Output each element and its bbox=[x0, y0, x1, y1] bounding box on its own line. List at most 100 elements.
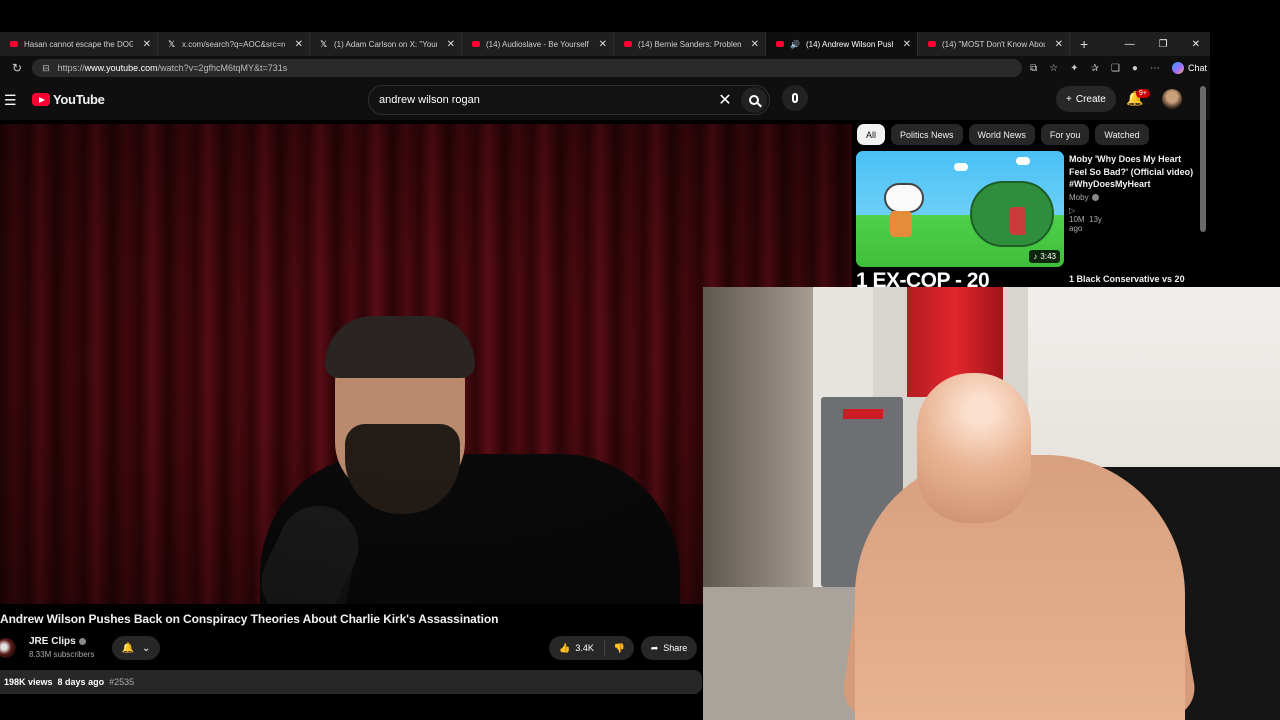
subscribed-button[interactable]: 🔔 ⌄ bbox=[112, 636, 160, 660]
close-icon[interactable]: ✕ bbox=[1055, 39, 1063, 50]
share-label: Share bbox=[663, 643, 688, 653]
chat-label: Chat bbox=[1187, 63, 1207, 73]
close-icon[interactable]: ✕ bbox=[903, 39, 911, 50]
browser-tab[interactable]: (14) "MOST Don't Know About Th ✕ bbox=[918, 32, 1070, 56]
channel-avatar[interactable] bbox=[0, 638, 16, 658]
view-count: 198K views bbox=[4, 677, 53, 687]
tab-title: Hasan cannot escape the DOG Sh bbox=[24, 39, 133, 49]
close-icon[interactable]: ✕ bbox=[751, 39, 759, 50]
browser-tab-active[interactable]: 🔊 (14) Andrew Wilson Pushes B ✕ bbox=[766, 32, 918, 56]
youtube-icon bbox=[928, 41, 936, 47]
channel-text: Moby bbox=[1069, 193, 1089, 202]
verified-icon bbox=[78, 638, 86, 645]
browser-tab[interactable]: Hasan cannot escape the DOG Sh ✕ bbox=[0, 32, 158, 56]
chip-world-news[interactable]: World News bbox=[968, 124, 1035, 145]
hashtag[interactable]: #2535 bbox=[109, 677, 134, 687]
like-dislike-pill: 👍 3.4K 👎 bbox=[549, 636, 634, 660]
youtube-logo[interactable]: YouTube bbox=[32, 92, 105, 107]
favorite-star-icon[interactable]: ☆ bbox=[1049, 63, 1058, 74]
plus-icon: + bbox=[1066, 93, 1072, 105]
url-host: www.youtube.com bbox=[84, 63, 158, 73]
create-button[interactable]: + Create bbox=[1056, 86, 1116, 112]
new-tab-button[interactable]: + bbox=[1070, 36, 1098, 52]
video-thumbnail[interactable]: ♪ 3:43 bbox=[856, 151, 1064, 267]
url-path: /watch?v=2gfhcM6tqMY&t=731s bbox=[157, 63, 288, 73]
collections-icon[interactable]: ❏ bbox=[1111, 63, 1120, 74]
close-icon[interactable]: ✕ bbox=[143, 39, 151, 50]
tab-title: (14) Andrew Wilson Pushes B bbox=[805, 39, 893, 49]
create-label: Create bbox=[1075, 93, 1106, 105]
close-icon[interactable]: ✕ bbox=[447, 39, 455, 50]
browser-toolbar: ⧉ ☆ ✦ ✰ ❏ ● ⋯ Chat bbox=[1030, 62, 1207, 74]
browser-tab[interactable]: 𝕏 (1) Adam Carlson on X: "Your mile ✕ bbox=[310, 32, 462, 56]
chevron-down-icon: ⌄ bbox=[142, 642, 151, 654]
page-scrollbar[interactable] bbox=[1200, 86, 1206, 232]
verified-icon bbox=[1091, 194, 1099, 201]
url-field[interactable]: ⊟ https://www.youtube.com/watch?v=2gfhcM… bbox=[32, 59, 1023, 77]
microphone-icon bbox=[792, 93, 798, 103]
reload-icon[interactable]: ↻ bbox=[12, 61, 22, 75]
tab-title: (1) Adam Carlson on X: "Your mile bbox=[334, 39, 437, 49]
upload-age: 8 days ago bbox=[57, 677, 105, 687]
webcam-sticker bbox=[843, 409, 883, 419]
youtube-icon bbox=[10, 41, 18, 47]
chat-button[interactable]: Chat bbox=[1171, 62, 1207, 74]
like-button[interactable]: 👍 3.4K bbox=[549, 640, 605, 656]
thumbnail-cloud bbox=[954, 163, 968, 171]
chip-watched[interactable]: Watched bbox=[1095, 124, 1149, 145]
recommended-title[interactable]: Moby 'Why Does My Heart Feel So Bad?' (O… bbox=[1069, 153, 1199, 191]
window-controls: — ❐ ✕ bbox=[1125, 32, 1210, 56]
recommended-channel[interactable]: Moby bbox=[1069, 193, 1099, 202]
profile-icon[interactable]: ● bbox=[1132, 63, 1138, 74]
music-note-icon: ♪ bbox=[1033, 252, 1038, 261]
chip-politics-news[interactable]: Politics News bbox=[891, 124, 963, 145]
user-avatar[interactable] bbox=[1162, 89, 1182, 109]
channel-name-text: JRE Clips bbox=[29, 636, 76, 647]
duration-text: 3:43 bbox=[1040, 252, 1056, 261]
minimize-icon[interactable]: — bbox=[1125, 39, 1135, 50]
browser-tab[interactable]: (14) Audioslave - Be Yourself (Alb ✕ bbox=[462, 32, 614, 56]
search-button[interactable] bbox=[741, 87, 767, 113]
subscriber-count: 8.33M subscribers bbox=[29, 650, 95, 659]
speaker-icon[interactable]: 🔊 bbox=[790, 40, 800, 49]
webcam-person-head bbox=[917, 373, 1031, 523]
notification-badge: 9+ bbox=[1136, 89, 1150, 98]
close-window-icon[interactable]: ✕ bbox=[1192, 39, 1200, 50]
browser-tab[interactable]: 𝕏 x.com/search?q=AOC&src=recen ✕ bbox=[158, 32, 310, 56]
voice-search-button[interactable] bbox=[782, 85, 808, 111]
close-icon[interactable]: ✕ bbox=[295, 39, 303, 50]
chip-for-you[interactable]: For you bbox=[1040, 124, 1090, 145]
more-icon[interactable]: ⋯ bbox=[1150, 63, 1160, 74]
filter-chips: All Politics News World News For you Wat… bbox=[857, 124, 1149, 145]
clear-search-icon[interactable]: ✕ bbox=[713, 90, 737, 110]
channel-name[interactable]: JRE Clips bbox=[29, 636, 86, 647]
site-info-icon[interactable]: ⊟ bbox=[42, 63, 50, 74]
recommended-title-2[interactable]: 1 Black Conservative vs 20 bbox=[1069, 274, 1185, 284]
extensions-icon[interactable]: ✦ bbox=[1070, 63, 1078, 74]
recommended-thumbnail-2[interactable]: 1 EX-COP - 20 BLACK LIBERALS bbox=[856, 270, 1064, 288]
youtube-icon bbox=[472, 41, 480, 47]
share-button[interactable]: ➦ Share bbox=[641, 636, 697, 660]
channel-row: JRE Clips 8.33M subscribers 🔔 ⌄ 👍 3.4K 👎 ➦… bbox=[0, 634, 702, 662]
like-count: 3.4K bbox=[575, 643, 594, 653]
video-title: Andrew Wilson Pushes Back on Conspiracy … bbox=[0, 612, 499, 626]
restore-icon[interactable]: ❐ bbox=[1159, 39, 1168, 50]
thumbnail-character-body bbox=[890, 211, 912, 237]
logo-text: YouTube bbox=[53, 92, 105, 107]
menu-icon[interactable]: ☰ bbox=[4, 92, 17, 109]
chip-all[interactable]: All bbox=[857, 124, 886, 145]
search-input[interactable] bbox=[369, 94, 713, 106]
tab-title: (14) "MOST Don't Know About Th bbox=[942, 39, 1045, 49]
recommended-meta: ▷ 10M 13y ago bbox=[1069, 206, 1102, 233]
description-box[interactable]: 198K views 8 days ago #2535 bbox=[0, 670, 702, 694]
thumbs-down-icon: 👎 bbox=[613, 642, 626, 653]
browser-tab[interactable]: (14) Bernie Sanders: Problem isn't ✕ bbox=[614, 32, 766, 56]
favorites-icon[interactable]: ✰ bbox=[1091, 63, 1099, 74]
thumbnail-cloud bbox=[1016, 157, 1030, 165]
views-icon: ▷ bbox=[1069, 206, 1076, 215]
dislike-button[interactable]: 👎 bbox=[605, 643, 634, 654]
thumbnail-hunter bbox=[1010, 207, 1026, 235]
split-screen-icon[interactable]: ⧉ bbox=[1030, 63, 1037, 74]
thumbnail-character bbox=[884, 183, 924, 213]
close-icon[interactable]: ✕ bbox=[599, 39, 607, 50]
